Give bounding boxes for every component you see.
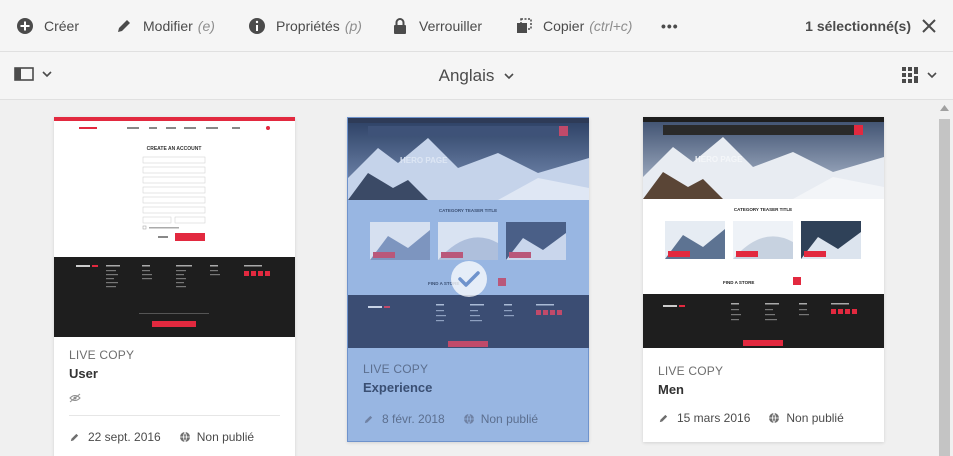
publish-status: Non publié [179, 430, 254, 444]
create-button[interactable]: Créer [16, 0, 79, 52]
card-type: LIVE COPY [363, 362, 429, 376]
properties-button[interactable]: Propriétés (p) [248, 0, 362, 52]
modified-date: 22 sept. 2016 [88, 430, 161, 444]
thumb-heading: CREATE AN ACCOUNT [147, 146, 202, 152]
card-user[interactable]: CREATE AN ACCOUNT LIVE COPY User 22 sept… [54, 117, 295, 456]
card-type: LIVE COPY [658, 364, 724, 378]
lock-button[interactable]: Verrouiller [391, 0, 482, 52]
thumb-teaser: CATEGORY TEASER TITLE [439, 208, 497, 213]
modified-date: 15 mars 2016 [677, 411, 751, 425]
thumb-teaser: CATEGORY TEASER TITLE [734, 207, 792, 212]
more-actions-button[interactable]: ••• [661, 0, 679, 52]
properties-shortcut: (p) [344, 18, 362, 34]
pencil-icon [364, 415, 373, 423]
card-info: LIVE COPY Men [658, 364, 869, 397]
publish-status: Non publié [463, 412, 538, 426]
add-circle-icon [17, 18, 33, 34]
card-meta: 22 sept. 2016 Non publié [69, 430, 254, 444]
edit-label: Modifier [143, 18, 193, 34]
pencil-icon [70, 433, 79, 441]
view-toggle-button[interactable] [901, 66, 937, 84]
rail-icon [14, 67, 34, 81]
card-title: User [69, 366, 98, 381]
scroll-thumb[interactable] [939, 119, 950, 456]
modified-date: 8 févr. 2018 [382, 412, 445, 426]
chevron-down-icon [927, 71, 937, 78]
card-experience[interactable]: HERO PAGE CATEGORY TEASER TITLE FIND A S… [347, 117, 589, 442]
checkmark-icon [458, 271, 480, 287]
thumb-heading: HERO PAGE [695, 155, 743, 164]
chevron-down-icon [504, 72, 514, 79]
close-icon[interactable] [921, 18, 937, 34]
edit-button[interactable]: Modifier (e) [115, 0, 215, 52]
copy-button[interactable]: Copier (ctrl+c) [515, 0, 632, 52]
card-thumbnail: HERO PAGE CATEGORY TEASER TITLE FIND A S… [643, 117, 884, 348]
publish-status-label: Non publié [196, 430, 255, 444]
card-grid: CREATE AN ACCOUNT LIVE COPY User 22 sept… [0, 101, 936, 456]
lock-label: Verrouiller [419, 18, 483, 34]
selected-checkmark[interactable] [451, 261, 487, 297]
card-title: Men [658, 382, 684, 397]
globe-off-icon [179, 431, 190, 443]
pencil-icon [659, 414, 668, 422]
create-label: Créer [44, 18, 80, 34]
selection-count: 1 sélectionné(s) [805, 18, 911, 34]
card-divider [69, 415, 280, 416]
card-thumbnail: HERO PAGE CATEGORY TEASER TITLE FIND A S… [348, 118, 589, 348]
info-icon [249, 18, 265, 34]
card-meta: 15 mars 2016 Non publié [658, 411, 844, 425]
eye-off-icon [69, 393, 81, 403]
card-meta: 8 févr. 2018 Non publié [363, 412, 538, 426]
language-selector[interactable]: Anglais [0, 52, 953, 100]
card-view-icon [902, 67, 918, 83]
sub-header: Anglais [0, 52, 953, 100]
thumb-heading: HERO PAGE [400, 156, 448, 165]
language-label: Anglais [438, 66, 495, 85]
properties-label: Propriétés [276, 18, 340, 34]
edit-shortcut: (e) [197, 18, 215, 34]
card-men[interactable]: HERO PAGE CATEGORY TEASER TITLE FIND A S… [643, 117, 884, 442]
scroll-up-arrow-icon[interactable] [940, 105, 949, 111]
pencil-icon [118, 20, 130, 32]
card-title: Experience [363, 380, 433, 395]
publish-status-label: Non publié [786, 411, 844, 425]
card-info: LIVE COPY User [69, 348, 280, 381]
copy-icon [517, 18, 532, 33]
chevron-down-icon [42, 70, 52, 77]
more-label: ••• [661, 18, 679, 34]
card-thumbnail: CREATE AN ACCOUNT [54, 117, 295, 337]
card-type: LIVE COPY [69, 348, 135, 362]
copy-label: Copier [543, 18, 585, 34]
publish-status-label: Non publié [480, 412, 539, 426]
globe-off-icon [463, 413, 474, 425]
vertical-scrollbar[interactable] [936, 101, 953, 456]
lock-icon [394, 18, 406, 34]
card-info: LIVE COPY Experience [363, 362, 574, 395]
publish-status: Non publié [768, 411, 844, 425]
action-toolbar: Créer Modifier (e) Propriétés (p) Verrouil… [0, 0, 953, 52]
rail-toggle-button[interactable] [14, 66, 52, 82]
copy-shortcut: (ctrl+c) [589, 18, 633, 34]
thumb-store: FIND A STORE [723, 280, 754, 285]
globe-off-icon [769, 412, 780, 424]
